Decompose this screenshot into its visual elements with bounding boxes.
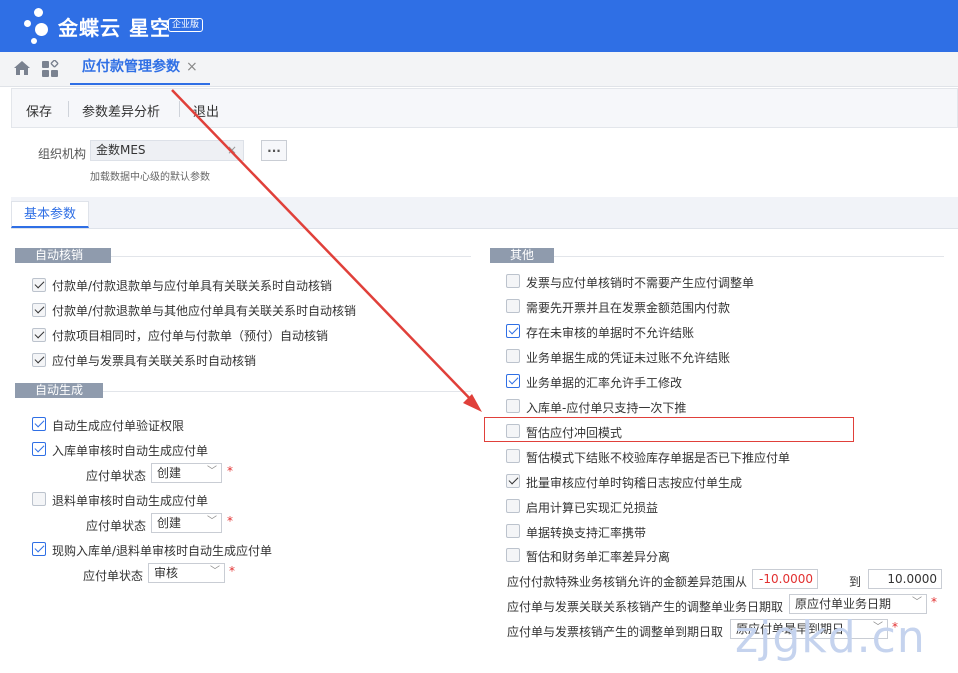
watermark: zjgkd.cn	[735, 612, 926, 663]
annotation-arrow	[171, 89, 482, 412]
